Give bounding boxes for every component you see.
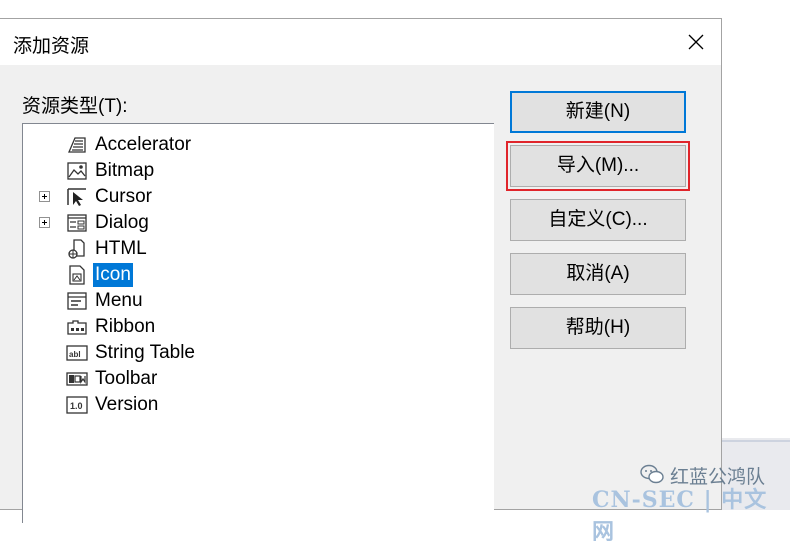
dialog-icon — [67, 214, 87, 232]
toolbar-icon — [66, 372, 88, 386]
tree-item-accelerator[interactable]: Accelerator — [23, 132, 483, 158]
tree-item-label: Accelerator — [95, 134, 192, 155]
dialog-title: 添加资源 — [13, 36, 90, 57]
tree-item-label: Toolbar — [95, 368, 158, 389]
svg-text:abl: abl — [69, 350, 81, 359]
tree-item-ribbon[interactable]: Ribbon — [23, 314, 483, 340]
tree-item-cursor[interactable]: Cursor — [23, 184, 483, 210]
tree-item-label: Bitmap — [95, 160, 155, 181]
tree-item-label: HTML — [95, 238, 147, 259]
expand-icon[interactable] — [39, 217, 50, 228]
cancel-button[interactable]: 取消(A) — [510, 253, 686, 295]
tree-item-string-table[interactable]: abl String Table — [23, 340, 483, 366]
tree-item-menu[interactable]: Menu — [23, 288, 483, 314]
wechat-icon — [640, 464, 664, 484]
tree-item-label: Menu — [95, 290, 143, 311]
tree-item-label: Icon — [93, 263, 133, 287]
dialog-titlebar: 添加资源 — [0, 19, 721, 65]
accelerator-icon — [68, 137, 86, 153]
ribbon-icon — [67, 320, 87, 335]
tree-item-version[interactable]: 1.0 Version — [23, 392, 483, 418]
watermark-site: CN-SEC | 中文网 — [592, 487, 768, 545]
tree-item-toolbar[interactable]: Toolbar — [23, 366, 483, 392]
bitmap-icon — [67, 162, 87, 180]
import-button[interactable]: 导入(M)... — [506, 141, 690, 191]
resource-type-tree[interactable]: Accelerator Bitmap Cursor Dialog HTML Ic… — [22, 123, 494, 523]
tree-item-bitmap[interactable]: Bitmap — [23, 158, 483, 184]
help-button[interactable]: 帮助(H) — [510, 307, 686, 349]
add-resource-dialog: 添加资源 资源类型(T): Accelerator Bitmap Cursor … — [0, 18, 722, 523]
tree-item-icon[interactable]: Icon — [23, 262, 483, 288]
menu-icon — [67, 292, 87, 310]
tree-item-label: Ribbon — [95, 316, 156, 337]
custom-button[interactable]: 自定义(C)... — [510, 199, 686, 241]
version-icon: 1.0 — [66, 396, 88, 414]
close-icon — [688, 34, 704, 50]
background-divider — [722, 440, 790, 442]
tree-item-label: Cursor — [95, 186, 153, 207]
string-table-icon: abl — [66, 345, 88, 361]
new-button[interactable]: 新建(N) — [510, 91, 686, 133]
tree-item-label: Dialog — [95, 212, 149, 233]
resource-type-label: 资源类型(T): — [22, 96, 128, 117]
icon-resource-icon — [69, 265, 85, 285]
tree-item-dialog[interactable]: Dialog — [23, 210, 483, 236]
html-icon — [68, 239, 85, 259]
svg-text:1.0: 1.0 — [70, 401, 83, 411]
tree-item-label: String Table — [95, 342, 195, 363]
tree-item-label: Version — [95, 394, 159, 415]
close-button[interactable] — [680, 27, 712, 57]
cursor-icon — [67, 188, 86, 206]
expand-icon[interactable] — [39, 191, 50, 202]
tree-item-html[interactable]: HTML — [23, 236, 483, 262]
background-window — [722, 0, 790, 510]
